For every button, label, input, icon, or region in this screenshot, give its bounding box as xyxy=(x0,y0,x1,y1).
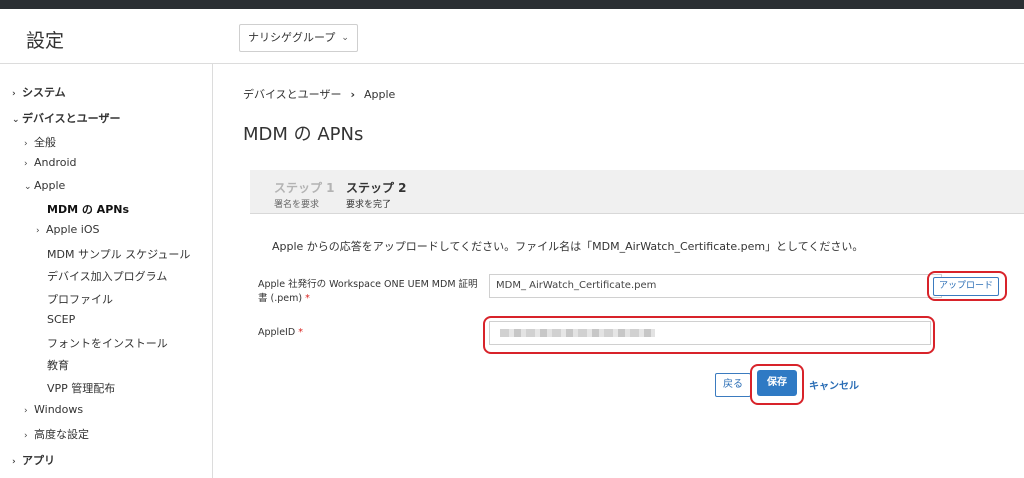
sidebar-item-vpp[interactable]: VPP 管理配布 xyxy=(47,380,115,396)
main-content: デバイスとユーザー › Apple MDM の APNs ステップ 1 署名を要求 … xyxy=(213,64,1024,478)
certificate-field-label: Apple 社発行の Workspace ONE UEM MDM 証明 書 (.… xyxy=(258,279,478,304)
sidebar-item-apps[interactable]: › アプリ xyxy=(12,452,55,468)
chevron-down-icon: ⌄ xyxy=(24,182,32,192)
chevron-right-icon: › xyxy=(24,406,28,416)
chevron-right-icon: › xyxy=(24,139,28,149)
redacted-value xyxy=(500,329,655,337)
sidebar-item-mdm-sample-schedule[interactable]: MDM サンプル スケジュール xyxy=(47,246,190,262)
header: 設定 ナリシゲグループ ⌄ xyxy=(0,9,1024,64)
apple-id-input[interactable] xyxy=(489,321,931,345)
sidebar-item-windows[interactable]: › Windows xyxy=(24,403,83,416)
chevron-right-icon: › xyxy=(24,431,28,441)
organization-selector-label: ナリシゲグループ xyxy=(248,31,336,44)
chevron-right-icon: › xyxy=(350,88,355,101)
step-2-title: ステップ 2 xyxy=(346,181,407,195)
organization-selector[interactable]: ナリシゲグループ ⌄ xyxy=(239,24,358,52)
sidebar-item-scep[interactable]: SCEP xyxy=(47,313,75,326)
sidebar-item-general[interactable]: › 全般 xyxy=(24,134,56,150)
chevron-down-icon: ⌄ xyxy=(341,33,349,43)
back-button[interactable]: 戻る xyxy=(715,373,751,397)
step-1-desc: 署名を要求 xyxy=(274,200,320,210)
breadcrumb-current[interactable]: Apple xyxy=(364,88,395,101)
chevron-right-icon: › xyxy=(12,457,16,467)
required-mark: * xyxy=(298,327,303,338)
sidebar-item-android[interactable]: › Android xyxy=(24,156,77,169)
sidebar-item-profiles[interactable]: プロファイル xyxy=(47,291,113,307)
sidebar-item-mdm-apns[interactable]: MDM の APNs xyxy=(47,201,129,217)
sidebar-item-device-enrollment[interactable]: デバイス加入プログラム xyxy=(47,268,167,284)
chevron-right-icon: › xyxy=(12,89,16,99)
step-2: ステップ 2 要求を完了 xyxy=(346,179,407,210)
step-1: ステップ 1 署名を要求 xyxy=(274,179,335,210)
apple-id-field-label: AppleID * xyxy=(258,327,303,338)
breadcrumb-parent[interactable]: デバイスとユーザー xyxy=(243,88,341,101)
sidebar-item-apple-ios[interactable]: › Apple iOS xyxy=(36,223,100,236)
sidebar-item-devices-users[interactable]: ⌄ デバイスとユーザー xyxy=(12,110,120,126)
sidebar: › システム ⌄ デバイスとユーザー › 全般 › Android ⌄ Apple MDM… xyxy=(0,64,213,478)
upload-button[interactable]: アップロード xyxy=(933,277,999,296)
required-mark: * xyxy=(305,293,310,304)
cancel-button[interactable]: キャンセル xyxy=(809,377,859,392)
sidebar-item-apple[interactable]: ⌄ Apple xyxy=(24,179,65,192)
top-bar xyxy=(0,0,1024,9)
certificate-file-field[interactable]: MDM_ AirWatch_Certificate.pem xyxy=(489,274,942,298)
sidebar-item-install-fonts[interactable]: フォントをインストール xyxy=(47,335,168,351)
chevron-right-icon: › xyxy=(36,226,40,236)
chevron-down-icon: ⌄ xyxy=(12,115,20,125)
breadcrumb: デバイスとユーザー › Apple xyxy=(243,86,395,102)
sidebar-item-education[interactable]: 教育 xyxy=(47,357,69,373)
page-header-title: 設定 xyxy=(26,30,65,52)
sidebar-item-system[interactable]: › システム xyxy=(12,84,66,100)
chevron-right-icon: › xyxy=(24,159,28,169)
step-2-desc: 要求を完了 xyxy=(346,200,392,210)
sidebar-item-advanced[interactable]: › 高度な設定 xyxy=(24,426,89,442)
page-title: MDM の APNs xyxy=(243,124,364,145)
save-button[interactable]: 保存 xyxy=(757,370,797,396)
instruction-text: Apple からの応答をアップロードしてください。ファイル名は「MDM_AirW… xyxy=(272,240,864,253)
step-1-title: ステップ 1 xyxy=(274,181,335,195)
stepper: ステップ 1 署名を要求 ステップ 2 要求を完了 xyxy=(250,170,1024,214)
